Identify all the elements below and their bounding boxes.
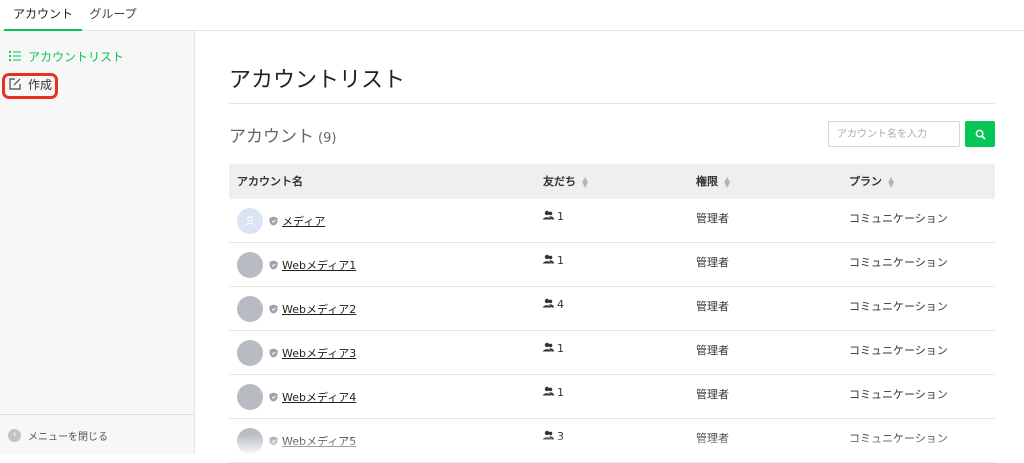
section-title-label: アカウント bbox=[229, 127, 314, 147]
friends-count: 1 bbox=[557, 210, 564, 223]
tab-account[interactable]: アカウント bbox=[4, 0, 82, 31]
table-row: Webメディア2 4 管理者 コミュニケーション bbox=[229, 287, 995, 331]
column-header-plan[interactable]: プラン ▲ ▼ bbox=[849, 164, 894, 199]
shield-icon bbox=[269, 304, 278, 313]
table-body: メディア 1 管理者 コミュニケーション Webメディア1 1 管理者 コミュニ… bbox=[229, 199, 995, 463]
role-cell: 管理者 bbox=[696, 212, 729, 225]
search-icon bbox=[975, 129, 985, 139]
friends-count: 1 bbox=[557, 254, 564, 267]
account-name-cell: Webメディア4 bbox=[237, 375, 356, 418]
list-icon bbox=[9, 51, 21, 61]
table-row: Webメディア4 1 管理者 コミュニケーション bbox=[229, 375, 995, 419]
people-icon bbox=[543, 386, 554, 396]
column-header-label: プラン bbox=[849, 175, 882, 188]
page-title: アカウントリスト bbox=[229, 68, 406, 93]
avatar bbox=[237, 339, 263, 366]
plan-cell: コミュニケーション bbox=[849, 432, 948, 445]
sort-icon: ▲ ▼ bbox=[888, 174, 895, 189]
role-cell: 管理者 bbox=[696, 256, 729, 269]
column-header-label: 友だち bbox=[543, 175, 576, 188]
account-name-link[interactable]: Webメディア4 bbox=[282, 389, 356, 405]
avatar bbox=[237, 383, 263, 410]
avatar bbox=[237, 251, 263, 278]
account-name-cell: Webメディア1 bbox=[237, 243, 356, 286]
people-icon bbox=[543, 298, 554, 308]
account-name-cell: Webメディア5 bbox=[237, 419, 356, 462]
plan-cell: コミュニケーション bbox=[849, 256, 948, 269]
section-title: アカウント (9) bbox=[229, 122, 336, 147]
avatar bbox=[237, 427, 263, 454]
shield-icon bbox=[269, 392, 278, 401]
friends-cell: 1 bbox=[543, 243, 564, 286]
account-name-cell: Webメディア3 bbox=[237, 331, 356, 374]
role-cell: 管理者 bbox=[696, 388, 729, 401]
table-row: メディア 1 管理者 コミュニケーション bbox=[229, 199, 995, 243]
friends-count: 4 bbox=[557, 298, 564, 311]
column-header-account-name: アカウント名 bbox=[237, 175, 303, 188]
plan-cell: コミュニケーション bbox=[849, 300, 948, 313]
friends-cell: 4 bbox=[543, 287, 564, 330]
account-name-link[interactable]: メディア bbox=[282, 213, 325, 229]
tab-group[interactable]: グループ bbox=[82, 0, 144, 31]
friends-cell: 1 bbox=[543, 375, 564, 418]
account-table: アカウント名 友だち ▲ ▼ 権限 ▲ ▼ プラン ▲ ▼ メディア 1 管理者… bbox=[229, 164, 995, 463]
account-name-cell: Webメディア2 bbox=[237, 287, 356, 330]
sort-icon: ▲ ▼ bbox=[582, 174, 589, 189]
sort-icon: ▲ ▼ bbox=[724, 174, 731, 189]
table-header: アカウント名 友だち ▲ ▼ 権限 ▲ ▼ プラン ▲ ▼ bbox=[229, 164, 995, 199]
sidebar-item-create[interactable]: 作成 bbox=[8, 74, 52, 94]
sidebar-item-label: 作成 bbox=[28, 77, 53, 92]
friends-cell: 1 bbox=[543, 331, 564, 374]
role-cell: 管理者 bbox=[696, 300, 729, 313]
column-header-label: 権限 bbox=[696, 175, 718, 188]
sidebar-divider bbox=[0, 414, 194, 415]
account-name-link[interactable]: Webメディア5 bbox=[282, 433, 356, 449]
table-row: Webメディア5 3 管理者 コミュニケーション bbox=[229, 419, 995, 463]
plan-cell: コミュニケーション bbox=[849, 344, 948, 357]
friends-count: 1 bbox=[557, 342, 564, 355]
sidebar-item-label: アカウントリスト bbox=[28, 49, 125, 64]
column-header-friends[interactable]: 友だち ▲ ▼ bbox=[543, 164, 588, 199]
search-button[interactable] bbox=[965, 121, 995, 147]
account-name-link[interactable]: Webメディア2 bbox=[282, 301, 356, 317]
search-input[interactable] bbox=[828, 121, 960, 147]
friends-count: 1 bbox=[557, 386, 564, 399]
shield-icon bbox=[269, 260, 278, 269]
account-name-link[interactable]: Webメディア3 bbox=[282, 345, 356, 361]
friends-cell: 3 bbox=[543, 419, 564, 462]
shield-icon bbox=[269, 348, 278, 357]
default-user-icon bbox=[245, 215, 255, 226]
avatar bbox=[237, 207, 263, 234]
people-icon bbox=[543, 430, 554, 440]
title-divider bbox=[229, 103, 995, 104]
table-row: Webメディア1 1 管理者 コミュニケーション bbox=[229, 243, 995, 287]
role-cell: 管理者 bbox=[696, 432, 729, 445]
shield-icon bbox=[269, 436, 278, 445]
chevron-left-icon: ‹ bbox=[8, 429, 21, 442]
people-icon bbox=[543, 210, 554, 220]
friends-cell: 1 bbox=[543, 199, 564, 242]
table-row: Webメディア3 1 管理者 コミュニケーション bbox=[229, 331, 995, 375]
sidebar: アカウントリスト 作成 ‹ メニューを閉じる bbox=[0, 31, 195, 454]
top-tab-bar: アカウント グループ bbox=[0, 0, 1024, 31]
avatar bbox=[237, 295, 263, 322]
account-name-link[interactable]: Webメディア1 bbox=[282, 257, 356, 273]
role-cell: 管理者 bbox=[696, 344, 729, 357]
collapse-menu-button[interactable]: ‹ メニューを閉じる bbox=[8, 428, 108, 443]
friends-count: 3 bbox=[557, 430, 564, 443]
account-count: (9) bbox=[318, 131, 337, 146]
people-icon bbox=[543, 254, 554, 264]
sidebar-item-account-list[interactable]: アカウントリスト bbox=[8, 46, 124, 66]
account-name-cell: メディア bbox=[237, 199, 325, 242]
column-header-role[interactable]: 権限 ▲ ▼ bbox=[696, 164, 730, 199]
shield-icon bbox=[269, 216, 278, 225]
plan-cell: コミュニケーション bbox=[849, 388, 948, 401]
edit-icon bbox=[9, 78, 21, 90]
plan-cell: コミュニケーション bbox=[849, 212, 948, 225]
collapse-menu-label: メニューを閉じる bbox=[28, 432, 108, 443]
people-icon bbox=[543, 342, 554, 352]
